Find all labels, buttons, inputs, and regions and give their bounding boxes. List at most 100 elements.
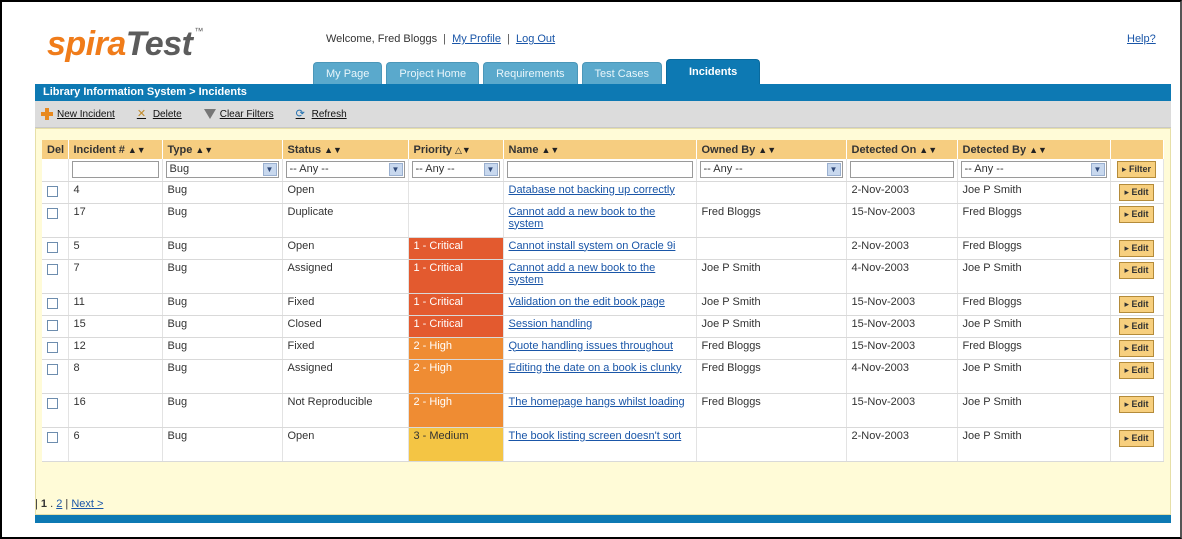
incident-type: Bug: [162, 293, 283, 316]
edit-button[interactable]: ▸ Edit: [1119, 339, 1154, 357]
incident-name-link[interactable]: Cannot add a new book to the system: [509, 206, 656, 230]
edit-button[interactable]: ▸ Edit: [1119, 183, 1154, 201]
table-row: 7 Bug Assigned 1 - Critical Cannot add a new…: [42, 259, 1164, 294]
col-status[interactable]: Status ▲▼: [282, 140, 409, 159]
incident-number: 16: [68, 393, 163, 428]
tab-requirements[interactable]: Requirements: [483, 62, 578, 84]
tab-incidents[interactable]: Incidents: [665, 59, 761, 84]
detected-on-filter[interactable]: [849, 161, 954, 179]
incident-type: Bug: [162, 393, 283, 428]
incident-type: Bug: [162, 259, 283, 294]
help-link[interactable]: Help?: [1127, 33, 1156, 45]
edit-button[interactable]: ▸ Edit: [1119, 261, 1154, 279]
incident-detected-by: Joe P Smith: [957, 259, 1111, 294]
incident-number: 6: [68, 427, 163, 462]
col-type[interactable]: Type ▲▼: [162, 140, 283, 159]
next-page-link[interactable]: Next >: [71, 498, 103, 510]
incident-name-link[interactable]: Database not backing up correctly: [509, 184, 675, 196]
refresh-icon: ⟳: [295, 108, 305, 120]
col-del: Del: [42, 140, 69, 159]
incident-status: Assigned: [282, 359, 409, 394]
incident-number-filter[interactable]: [71, 161, 159, 179]
delete-button[interactable]: ✕ Delete: [137, 108, 182, 120]
incident-type: Bug: [162, 337, 283, 360]
incident-name-link[interactable]: The book listing screen doesn't sort: [509, 430, 682, 442]
incident-priority: 3 - Medium: [408, 427, 504, 462]
incident-type: Bug: [162, 427, 283, 462]
clear-filters-button[interactable]: Clear Filters: [203, 109, 274, 120]
table-row: 17 Bug Duplicate Cannot add a new book to t…: [42, 203, 1164, 238]
col-name[interactable]: Name ▲▼: [503, 140, 697, 159]
del-checkbox[interactable]: [47, 397, 58, 409]
status-filter[interactable]: -- Any -- ▼: [285, 161, 405, 179]
incident-name-link[interactable]: The homepage hangs whilst loading: [509, 396, 685, 408]
edit-button[interactable]: ▸ Edit: [1119, 317, 1154, 335]
tab-project-home[interactable]: Project Home: [386, 62, 480, 84]
edit-button[interactable]: ▸ Edit: [1119, 395, 1154, 413]
del-checkbox[interactable]: [47, 341, 58, 353]
incident-detected-on: 15-Nov-2003: [846, 315, 958, 338]
incidents-grid-panel: Del Incident # ▲▼ Type ▲▼ Status ▲▼ Priorit…: [35, 128, 1171, 515]
incident-name-link[interactable]: Validation on the edit book page: [509, 296, 665, 308]
del-checkbox[interactable]: [47, 363, 58, 375]
incident-name-link[interactable]: Session handling: [509, 318, 593, 330]
del-checkbox[interactable]: [47, 319, 58, 331]
chevron-down-icon: ▼: [826, 163, 841, 177]
name-filter[interactable]: [506, 161, 693, 179]
plus-icon: [41, 108, 53, 120]
del-checkbox[interactable]: [47, 185, 58, 197]
sort-arrows-icon: ▲▼: [324, 144, 342, 155]
sort-arrows-icon: △▼: [455, 144, 471, 155]
incident-status: Assigned: [282, 259, 409, 294]
tab-test-cases[interactable]: Test Cases: [581, 62, 662, 84]
del-checkbox[interactable]: [47, 431, 58, 443]
header-row: Del Incident # ▲▼ Type ▲▼ Status ▲▼ Priorit…: [42, 140, 1164, 159]
delete-icon: ✕: [136, 108, 147, 120]
col-priority[interactable]: Priority △▼: [408, 140, 504, 159]
incident-type: Bug: [162, 181, 283, 204]
incident-name-link[interactable]: Quote handling issues throughout: [509, 340, 674, 352]
del-checkbox[interactable]: [47, 263, 58, 275]
del-checkbox[interactable]: [47, 241, 58, 253]
chevron-down-icon: ▼: [483, 163, 498, 177]
incident-owner: Joe P Smith: [696, 315, 847, 338]
sort-arrows-icon: ▲▼: [919, 144, 938, 155]
del-checkbox[interactable]: [47, 207, 58, 219]
owned-by-filter[interactable]: -- Any -- ▼: [699, 161, 843, 179]
incident-name-link[interactable]: Cannot install system on Oracle 9i: [509, 240, 676, 252]
log-out-link[interactable]: Log Out: [516, 33, 555, 45]
new-incident-button[interactable]: New Incident: [41, 108, 115, 120]
incident-owner: Fred Bloggs: [696, 359, 847, 394]
del-checkbox[interactable]: [47, 297, 58, 309]
priority-filter[interactable]: -- Any -- ▼: [411, 161, 500, 179]
col-detected-by[interactable]: Detected By ▲▼: [957, 140, 1111, 159]
my-profile-link[interactable]: My Profile: [452, 33, 501, 45]
table-row: 15 Bug Closed 1 - Critical Session handling J…: [42, 315, 1164, 338]
refresh-button[interactable]: ⟳ Refresh: [296, 108, 347, 120]
edit-button[interactable]: ▸ Edit: [1119, 361, 1154, 379]
type-filter[interactable]: Bug ▼: [165, 161, 279, 179]
incident-status: Closed: [282, 315, 409, 338]
edit-button[interactable]: ▸ Edit: [1119, 239, 1154, 257]
detected-by-filter[interactable]: -- Any -- ▼: [960, 161, 1107, 179]
edit-button[interactable]: ▸ Edit: [1119, 205, 1154, 223]
chevron-down-icon: ▼: [1090, 163, 1105, 177]
incident-detected-by: Joe P Smith: [957, 393, 1111, 428]
incident-owner: [696, 181, 847, 204]
filter-button[interactable]: ▸ Filter: [1116, 161, 1157, 179]
incident-owner: [696, 427, 847, 462]
incident-name-link[interactable]: Cannot add a new book to the system: [509, 262, 656, 286]
incident-detected-by: Joe P Smith: [957, 359, 1111, 394]
col-actions: [1110, 140, 1164, 159]
edit-button[interactable]: ▸ Edit: [1119, 295, 1154, 313]
col-incident-number[interactable]: Incident # ▲▼: [68, 140, 163, 159]
incident-detected-by: Joe P Smith: [957, 181, 1111, 204]
col-detected-on[interactable]: Detected On ▲▼: [846, 140, 958, 159]
tab-my-page[interactable]: My Page: [313, 62, 383, 84]
incident-name-link[interactable]: Editing the date on a book is clunky: [509, 362, 682, 374]
col-owned-by[interactable]: Owned By ▲▼: [696, 140, 847, 159]
incident-owner: Fred Bloggs: [696, 337, 847, 360]
edit-button[interactable]: ▸ Edit: [1119, 429, 1154, 447]
incident-priority: 1 - Critical: [408, 315, 504, 338]
incident-detected-by: Fred Bloggs: [957, 293, 1111, 316]
